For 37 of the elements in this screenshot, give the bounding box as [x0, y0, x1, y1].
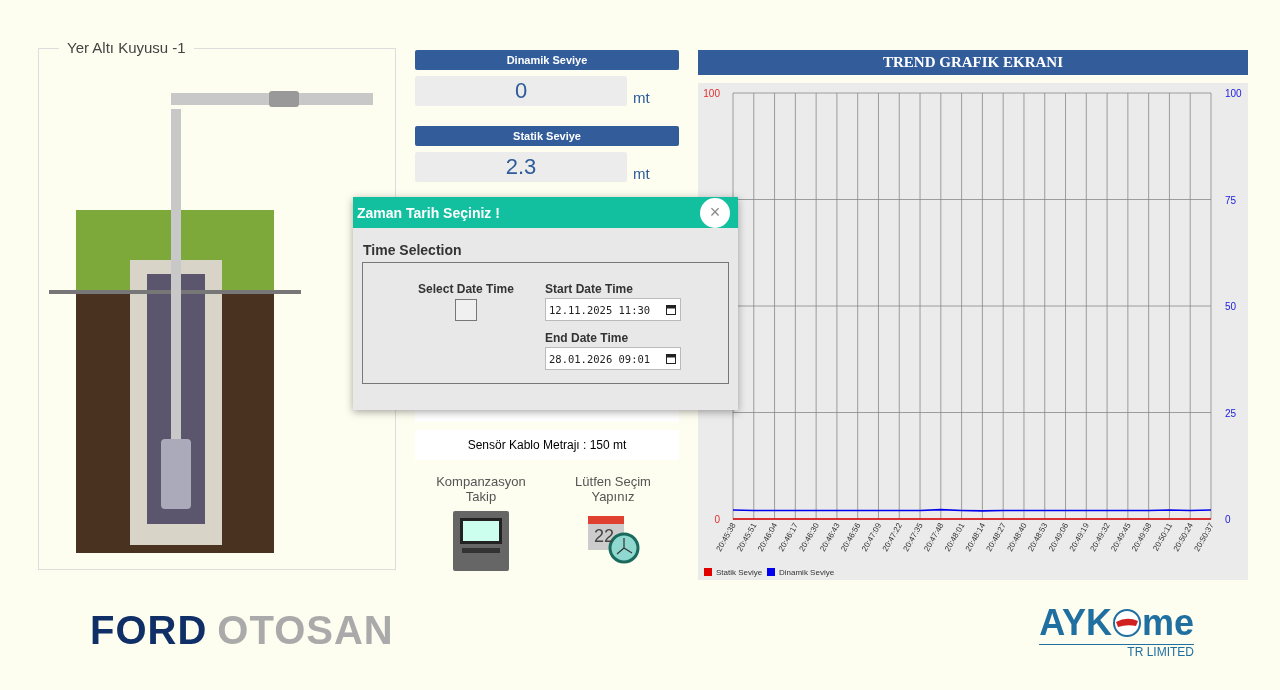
logo-text: me: [1141, 602, 1194, 644]
axis-label: 50: [1225, 301, 1237, 312]
gauge-value: 2.3: [415, 152, 627, 182]
axis-label: 100: [703, 88, 720, 99]
controller-icon[interactable]: [452, 510, 510, 572]
chart-title: TREND GRAFIK EKRANI: [698, 50, 1248, 75]
axis-label: 25: [1225, 407, 1237, 419]
company-logo: FORD OTOSAN: [90, 608, 394, 653]
close-button[interactable]: ×: [700, 197, 730, 228]
date-time-field[interactable]: 12.11.2025 11:30: [545, 298, 681, 321]
gauge-value: 0: [415, 76, 627, 106]
logo-text: AYK: [1039, 602, 1112, 644]
dialog-title: Zaman Tarih Seçiniz !: [357, 204, 500, 221]
info-field: Sensör Kablo Metrajı : 150 mt: [415, 430, 679, 460]
logo-subtitle: TR LIMITED: [1127, 645, 1194, 659]
legend-label: Statik Seviye: [716, 568, 763, 577]
shortcut-label: Kompanzasyon Takip: [435, 474, 527, 504]
date-time-field[interactable]: 28.01.2026 09:01: [545, 347, 681, 370]
axis-label: 100: [1225, 88, 1242, 99]
gauge-header: Statik Seviye: [415, 126, 679, 146]
checkbox[interactable]: [455, 299, 477, 321]
panel-title: Yer Altı Kuyusu -1: [59, 39, 194, 56]
gauge-header: Dinamik Seviye: [415, 50, 679, 70]
field-label: Select Date Time: [418, 282, 514, 296]
axis-label: 0: [1225, 514, 1231, 525]
unit-label: mt: [633, 89, 650, 106]
globe-icon: [1111, 608, 1142, 638]
field-label: Start Date Time: [545, 282, 634, 296]
axis-label: 0: [714, 514, 720, 525]
shortcut-label: Lütfen Seçim Yapınız: [574, 474, 652, 504]
calendar-icon: [666, 353, 676, 364]
unit-label: mt: [633, 165, 650, 182]
calendar-icon: [666, 304, 676, 315]
legend-label: Dinamik Seviye: [779, 568, 835, 577]
section-title: Time Selection: [363, 242, 463, 258]
field-label: End Date Time: [545, 331, 630, 345]
axis-label: 75: [1225, 194, 1237, 206]
